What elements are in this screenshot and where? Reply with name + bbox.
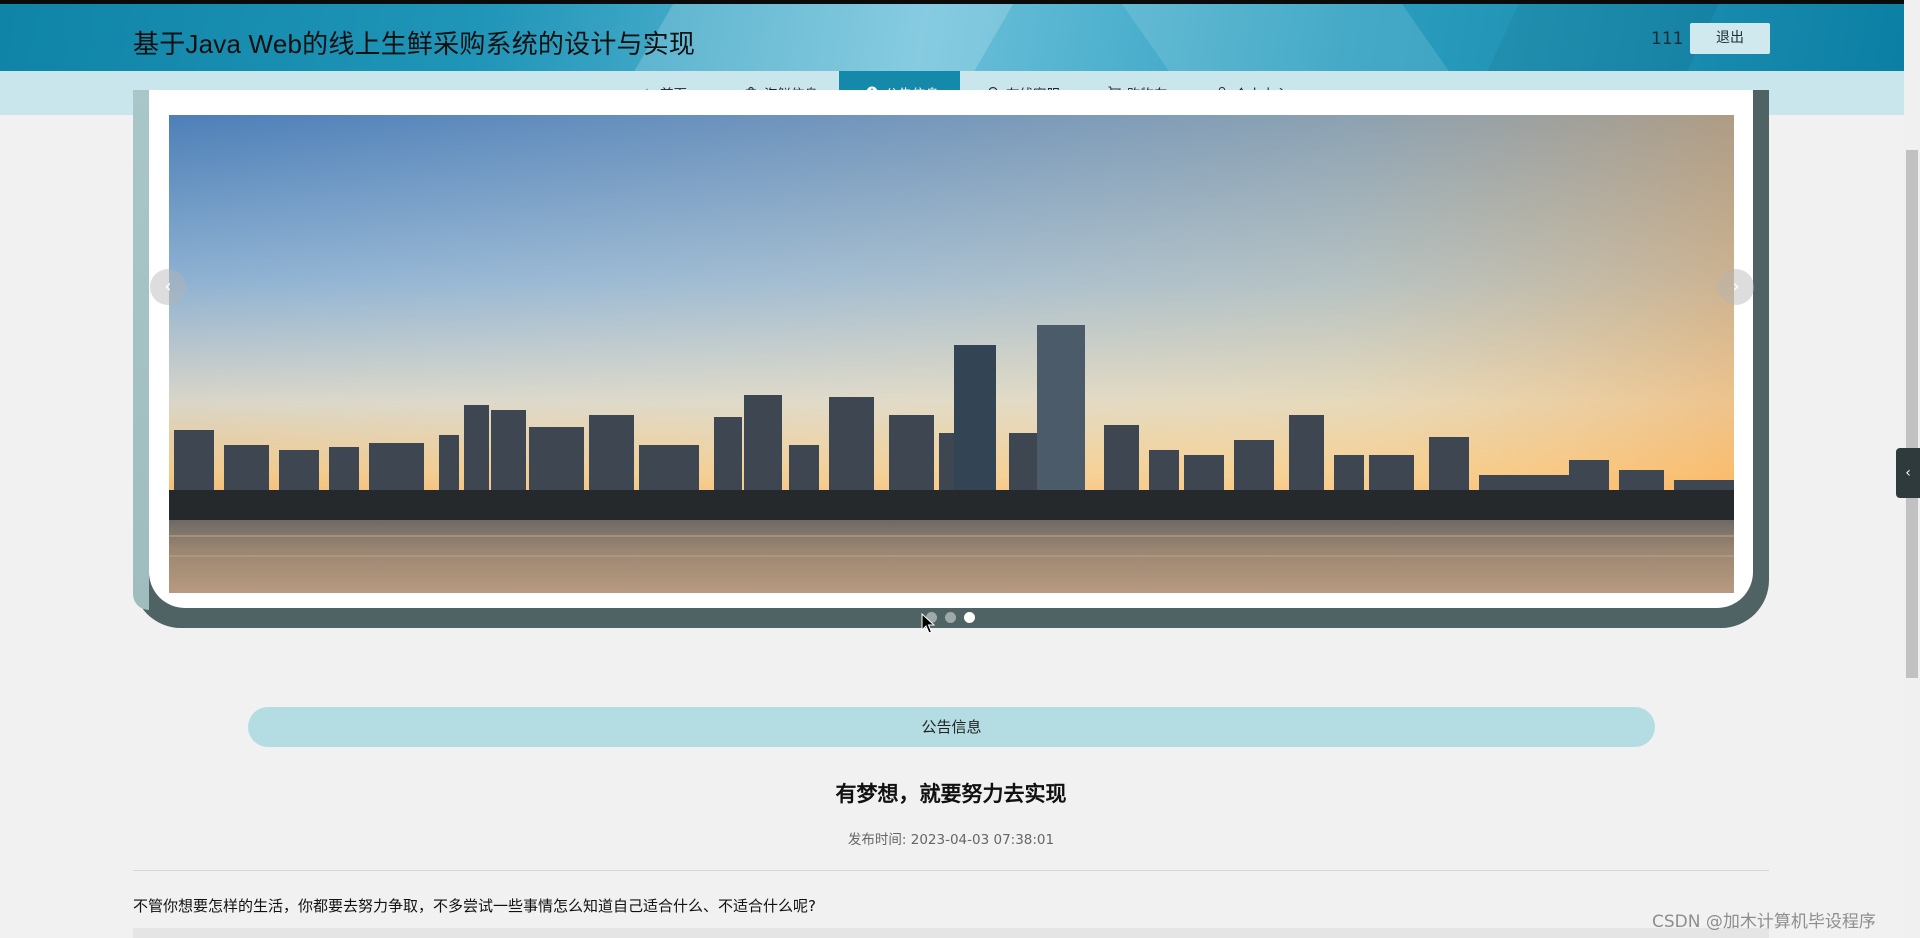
side-panel-toggle[interactable]: ‹ — [1896, 448, 1920, 498]
carousel-frame-edge — [133, 90, 149, 610]
logout-button[interactable]: 退出 — [1690, 23, 1770, 54]
publish-label: 发布时间: — [847, 832, 907, 848]
publish-info: 发布时间: 2023-04-03 07:38:01 — [0, 828, 1902, 848]
carousel-next-button[interactable]: › — [1718, 269, 1754, 305]
chevron-right-icon: › — [1732, 276, 1740, 297]
article-title: 有梦想，就要努力去实现 — [835, 782, 1067, 806]
carousel-dot-active[interactable] — [964, 612, 975, 623]
carousel-prev-button[interactable]: ‹ — [150, 269, 186, 305]
divider — [133, 870, 1769, 871]
site-title: 基于Java Web的线上生鲜采购系统的设计与实现 — [133, 29, 696, 59]
chevron-left-icon: ‹ — [164, 276, 172, 297]
header-decoration — [1476, 4, 1724, 71]
watermark: CSDN @加木计算机毕设程序 — [1652, 912, 1876, 932]
scrollbar-thumb[interactable] — [1906, 150, 1918, 678]
article-next-line — [133, 928, 1769, 938]
header-decoration — [1107, 4, 1473, 71]
chevron-left-icon: ‹ — [1905, 465, 1911, 481]
site-header: 基于Java Web的线上生鲜采购系统的设计与实现 111 退出 — [0, 0, 1920, 71]
article-paragraph: 不管你想要怎样的生活，你都要去努力争取，不多尝试一些事情怎么知道自己适合什么、不… — [133, 897, 816, 915]
carousel-dot[interactable] — [945, 612, 956, 623]
publish-time: 2023-04-03 07:38:01 — [910, 832, 1055, 848]
page: 基于Java Web的线上生鲜采购系统的设计与实现 111 退出 ☆ 首页 海鲜… — [0, 0, 1920, 938]
section-header: 公告信息 — [248, 707, 1655, 747]
username: 111 — [1651, 29, 1684, 49]
carousel-slide-image — [169, 115, 1734, 593]
